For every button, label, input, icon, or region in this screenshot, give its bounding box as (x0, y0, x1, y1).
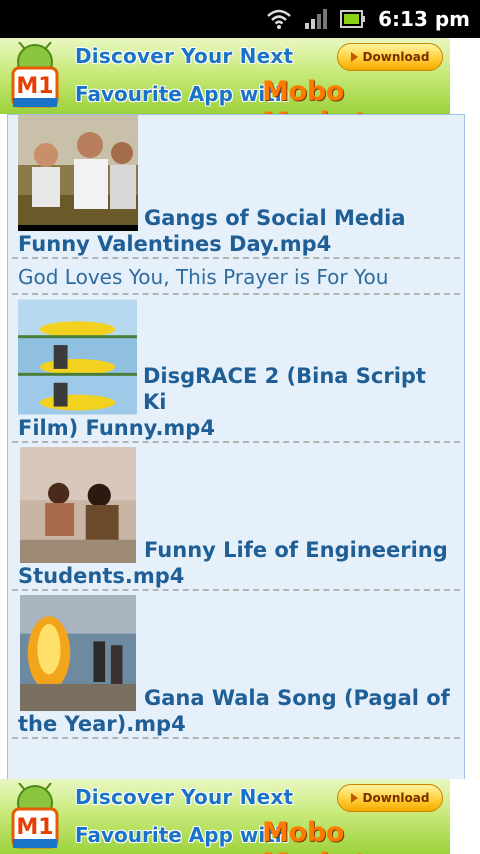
banner-line2: Favourite App with (75, 82, 290, 106)
ad-banner-top[interactable]: M1 Discover Your Next Favourite App with… (0, 38, 480, 114)
status-bar: 6:13 pm (0, 0, 480, 38)
svg-text:M1: M1 (16, 74, 53, 99)
video-title-link-cont[interactable]: the Year).mp4 (18, 711, 454, 737)
list-item[interactable]: Gana Wala Song (Pagal of the Year).mp4 (12, 591, 460, 739)
banner-line1: Discover Your Next (75, 785, 294, 809)
wifi-icon (266, 8, 292, 30)
video-title-link[interactable]: Funny Life of Engineering (144, 537, 448, 563)
list-item[interactable]: Gangs of Social Media Funny Valentines D… (12, 115, 460, 259)
video-thumbnail[interactable] (18, 299, 137, 415)
ad-banner-bottom[interactable]: M1 Discover Your Next Favourite App with… (0, 779, 480, 854)
video-thumbnail[interactable] (18, 115, 138, 231)
video-title-link[interactable]: DisgRACE 2 (Bina Script Ki (143, 363, 454, 415)
play-arrow-icon (350, 793, 358, 803)
banner-line1: Discover Your Next (75, 44, 294, 68)
video-thumbnail[interactable] (18, 447, 138, 563)
signal-icon (304, 8, 328, 30)
video-list-page: Gangs of Social Media Funny Valentines D… (0, 114, 480, 780)
status-time: 6:13 pm (378, 7, 470, 31)
banner-line2: Favourite App with (75, 823, 290, 847)
list-item[interactable]: Funny Life of Engineering Students.mp4 (12, 443, 460, 591)
video-title-link[interactable]: Gana Wala Song (Pagal of (144, 685, 450, 711)
list-item-text-link[interactable]: God Loves You, This Prayer is For You (12, 259, 460, 295)
video-thumbnail[interactable] (18, 595, 138, 711)
download-button[interactable]: Download (337, 784, 443, 812)
list-panel: Gangs of Social Media Funny Valentines D… (7, 114, 465, 780)
video-title-link[interactable]: Gangs of Social Media (144, 205, 406, 231)
battery-icon (340, 9, 366, 29)
banner-brand: Mobo Market (262, 76, 367, 114)
mobo-market-logo-icon: M1 (11, 783, 59, 849)
video-title-link-cont[interactable]: Film) Funny.mp4 (18, 415, 454, 441)
download-button[interactable]: Download (337, 43, 443, 71)
svg-text:M1: M1 (16, 815, 53, 840)
video-title-link-cont[interactable]: Students.mp4 (18, 563, 454, 589)
video-title-link-cont[interactable]: Funny Valentines Day.mp4 (18, 231, 454, 257)
mobo-market-logo-icon: M1 (11, 42, 59, 108)
banner-brand: Mobo Market (262, 817, 367, 854)
play-arrow-icon (350, 52, 358, 62)
list-item[interactable]: DisgRACE 2 (Bina Script Ki Film) Funny.m… (12, 295, 460, 443)
